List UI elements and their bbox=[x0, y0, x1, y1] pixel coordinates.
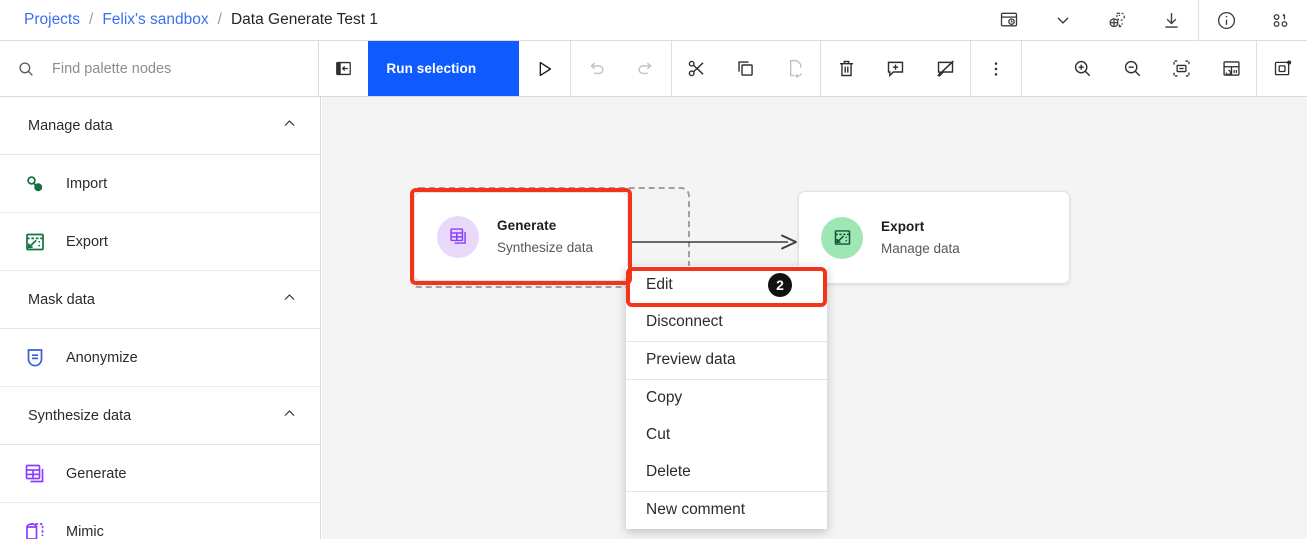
palette-item-label: Generate bbox=[66, 465, 127, 482]
palette-item-anonymize[interactable]: Anonymize bbox=[0, 329, 320, 387]
copy-icon[interactable] bbox=[721, 41, 771, 96]
context-menu-item-edit[interactable]: Edit 2 bbox=[626, 266, 827, 304]
palette-item-label: Mimic bbox=[66, 523, 104, 539]
run-selection-button[interactable]: Run selection bbox=[368, 41, 519, 96]
run-play-button[interactable] bbox=[519, 41, 571, 96]
hide-comments-icon[interactable] bbox=[920, 41, 971, 96]
delete-trash-icon[interactable] bbox=[821, 41, 872, 96]
paste-icon[interactable] bbox=[770, 41, 821, 96]
generate-table-icon bbox=[22, 462, 48, 486]
breadcrumb-separator: / bbox=[89, 11, 94, 28]
palette-section-label: Manage data bbox=[28, 117, 113, 134]
add-comment-icon[interactable] bbox=[871, 41, 921, 96]
context-menu-item-delete[interactable]: Delete bbox=[626, 453, 827, 491]
node-text: Generate Synthesize data bbox=[497, 218, 593, 255]
chevron-down-icon[interactable] bbox=[1036, 0, 1090, 41]
palette-section-label: Mask data bbox=[28, 291, 95, 308]
context-menu: Edit 2 Disconnect Preview data Copy Cut … bbox=[626, 266, 827, 529]
collapse-panel-icon[interactable] bbox=[318, 41, 369, 96]
palette-item-label: Import bbox=[66, 175, 108, 192]
run-selection-label: Run selection bbox=[386, 61, 477, 76]
breadcrumb-sandbox[interactable]: Felix's sandbox bbox=[102, 11, 208, 29]
cut-scissors-icon[interactable] bbox=[671, 41, 722, 96]
context-menu-label: Preview data bbox=[646, 351, 736, 369]
breadcrumb-projects[interactable]: Projects bbox=[24, 11, 80, 29]
undo-icon[interactable] bbox=[571, 41, 621, 96]
mimic-icon bbox=[22, 520, 48, 539]
node-title: Generate bbox=[497, 218, 557, 233]
palette-section-label: Synthesize data bbox=[28, 407, 132, 424]
chevron-up-icon bbox=[281, 289, 298, 310]
context-menu-item-new-comment[interactable]: New comment bbox=[626, 491, 827, 529]
connection-arrow bbox=[628, 234, 797, 250]
context-menu-item-disconnect[interactable]: Disconnect bbox=[626, 303, 827, 341]
download-icon[interactable] bbox=[1144, 0, 1198, 41]
app-header: Projects / Felix's sandbox / Data Genera… bbox=[0, 0, 1307, 41]
context-menu-label: Delete bbox=[646, 463, 691, 481]
export-icon bbox=[821, 216, 863, 259]
canvas-node-export[interactable]: Export Manage data bbox=[798, 191, 1070, 284]
context-menu-item-cut[interactable]: Cut bbox=[626, 416, 827, 454]
context-menu-label: Edit bbox=[646, 275, 673, 293]
breadcrumb-separator: / bbox=[217, 11, 222, 28]
flow-canvas[interactable]: Generate Synthesize data Export Manage d… bbox=[322, 97, 1307, 539]
node-text: Export Manage data bbox=[881, 219, 960, 256]
breadcrumb: Projects / Felix's sandbox / Data Genera… bbox=[0, 11, 982, 29]
versions-icon[interactable] bbox=[1090, 0, 1144, 41]
chevron-up-icon bbox=[281, 405, 298, 426]
palette-item-import[interactable]: Import bbox=[0, 155, 320, 213]
palette-item-generate[interactable]: Generate bbox=[0, 445, 320, 503]
anonymize-shield-icon bbox=[22, 346, 48, 370]
redo-icon[interactable] bbox=[620, 41, 671, 96]
generate-table-icon bbox=[437, 215, 479, 258]
info-icon[interactable] bbox=[1199, 0, 1253, 41]
search-input[interactable] bbox=[52, 60, 318, 77]
chevron-up-icon bbox=[281, 115, 298, 136]
zoom-out-icon[interactable] bbox=[1107, 41, 1158, 96]
palette-item-export[interactable]: Export bbox=[0, 213, 320, 271]
context-menu-label: Copy bbox=[646, 388, 683, 406]
breadcrumb-current: Data Generate Test 1 bbox=[230, 11, 379, 28]
palette-item-mimic[interactable]: Mimic bbox=[0, 503, 320, 539]
context-menu-item-copy[interactable]: Copy bbox=[626, 378, 827, 416]
context-menu-label: Disconnect bbox=[646, 313, 723, 331]
palette-panel: Manage data Import Export Mask data Anon… bbox=[0, 97, 321, 539]
export-icon bbox=[22, 230, 48, 254]
node-title: Export bbox=[881, 219, 925, 234]
zoom-in-icon[interactable] bbox=[1057, 41, 1108, 96]
properties-icon[interactable] bbox=[1253, 0, 1307, 41]
step-badge-2: 2 bbox=[768, 272, 792, 297]
screenshot-icon[interactable] bbox=[1257, 41, 1307, 96]
palette-search bbox=[0, 41, 319, 96]
app-root: Projects / Felix's sandbox / Data Genera… bbox=[0, 0, 1307, 539]
canvas-node-generate[interactable]: Generate Synthesize data bbox=[414, 192, 628, 281]
toolbar-spacer bbox=[1021, 41, 1058, 96]
toolbar: Run selection bbox=[0, 41, 1307, 97]
zoom-fit-icon[interactable] bbox=[1157, 41, 1207, 96]
overflow-menu-icon[interactable] bbox=[971, 41, 1021, 96]
context-menu-item-preview-data[interactable]: Preview data bbox=[626, 341, 827, 379]
job-history-icon[interactable] bbox=[982, 0, 1036, 41]
header-actions bbox=[982, 0, 1307, 41]
node-subtitle: Synthesize data bbox=[497, 240, 594, 255]
palette-item-label: Export bbox=[66, 233, 108, 250]
context-menu-label: Cut bbox=[646, 425, 671, 443]
open-panel-icon[interactable] bbox=[1206, 41, 1257, 96]
palette-section-synthesize-data[interactable]: Synthesize data bbox=[0, 387, 320, 445]
palette-item-label: Anonymize bbox=[66, 349, 138, 366]
palette-section-manage-data[interactable]: Manage data bbox=[0, 97, 320, 155]
palette-section-mask-data[interactable]: Mask data bbox=[0, 271, 320, 329]
import-icon bbox=[22, 172, 48, 196]
context-menu-label: New comment bbox=[646, 501, 746, 519]
search-icon bbox=[0, 60, 52, 78]
node-subtitle: Manage data bbox=[881, 241, 960, 256]
